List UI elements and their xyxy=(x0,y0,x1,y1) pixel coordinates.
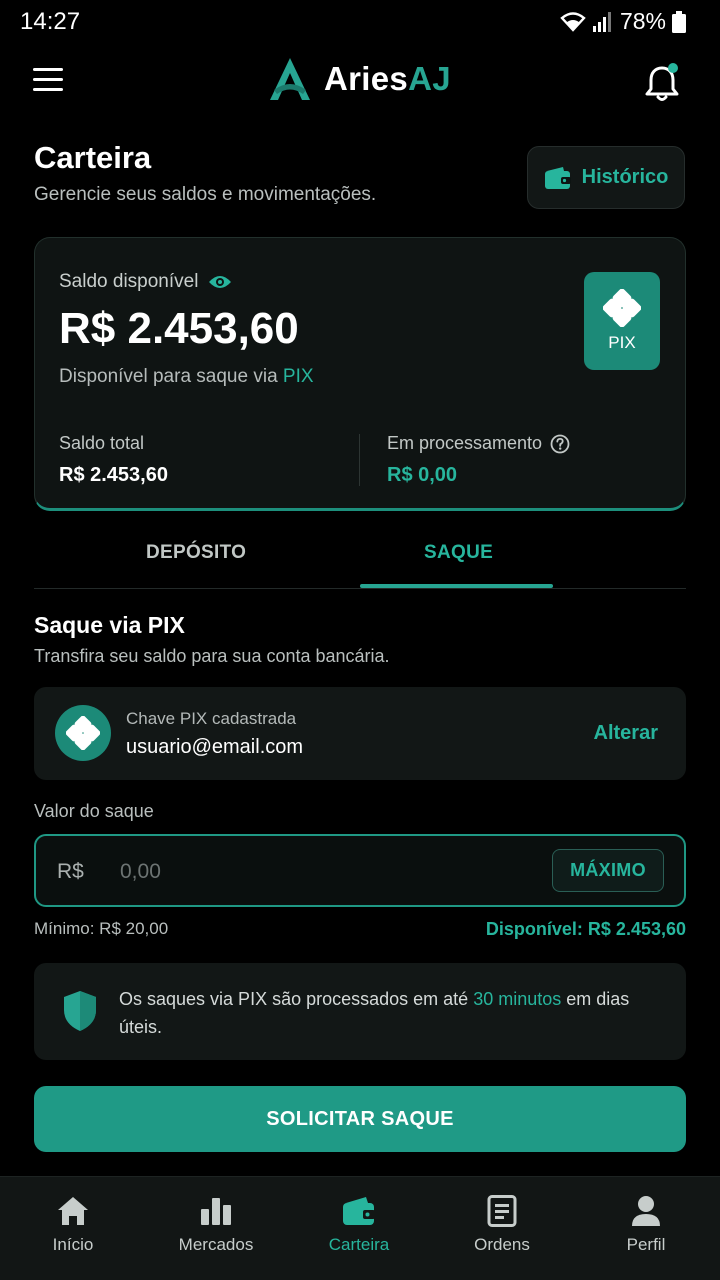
tab-withdraw[interactable]: SAQUE xyxy=(424,542,493,564)
available-note-text: Disponível para saque via xyxy=(59,366,283,387)
available-note-pix: PIX xyxy=(282,366,314,387)
request-withdraw-button[interactable]: SOLICITAR SAQUE xyxy=(34,1086,686,1152)
bottom-nav: Início Mercados Carteira Ordens Perfil xyxy=(0,1176,720,1280)
orders-icon xyxy=(487,1195,517,1227)
minimum-amount-text: Mínimo: R$ 20,00 xyxy=(34,919,169,938)
brand-name-accent: AJ xyxy=(408,60,451,97)
nav-label-profile: Perfil xyxy=(626,1235,666,1254)
battery-percent: 78% xyxy=(619,8,666,34)
amount-field: R$ MÁXIMO xyxy=(34,834,686,907)
processing-info-text: Os saques via PIX são processados em até… xyxy=(119,985,659,1041)
help-icon[interactable] xyxy=(550,434,570,454)
wallet-icon xyxy=(544,166,571,189)
nav-label-home: Início xyxy=(52,1235,94,1254)
nav-label-wallet: Carteira xyxy=(328,1235,390,1254)
bar-chart-icon xyxy=(201,1198,231,1225)
nav-item-home[interactable]: Início xyxy=(3,1195,143,1255)
withdraw-subtitle: Transfira seu saldo para sua conta bancá… xyxy=(34,646,390,666)
pix-badge: PIX xyxy=(584,272,660,370)
menu-icon[interactable] xyxy=(33,68,63,94)
balance-card: Saldo disponível R$ 2.453,60 Disponível … xyxy=(34,237,686,511)
page-title: Carteira xyxy=(34,140,152,175)
total-balance-label: Saldo total xyxy=(59,433,145,453)
processing-label-row: Em processamento xyxy=(387,433,570,454)
nav-label-markets: Mercados xyxy=(178,1235,254,1254)
shield-icon xyxy=(64,991,96,1031)
home-icon xyxy=(58,1197,88,1225)
amount-input[interactable] xyxy=(120,856,500,888)
battery-icon xyxy=(672,10,686,33)
pix-key-value: usuario@email.com xyxy=(126,736,304,758)
history-button[interactable]: Histórico xyxy=(527,146,685,209)
card-divider xyxy=(359,434,360,486)
processing-value: R$ 0,00 xyxy=(387,464,458,486)
status-bar: 14:27 78% xyxy=(0,0,720,44)
processing-label: Em processamento xyxy=(387,433,543,453)
wallet-tabs: DEPÓSITO SAQUE xyxy=(34,530,686,589)
amount-label: Valor do saque xyxy=(34,801,154,821)
pix-key-label: Chave PIX cadastrada xyxy=(126,709,297,728)
page-subtitle: Gerencie seus saldos e movimentações. xyxy=(34,184,377,205)
app-header: AriesAJ xyxy=(0,52,720,112)
nav-label-orders: Ordens xyxy=(474,1235,530,1254)
bell-icon[interactable] xyxy=(644,62,680,102)
nav-item-markets[interactable]: Mercados xyxy=(146,1195,286,1255)
available-balance-label: Saldo disponível xyxy=(59,271,199,292)
nav-item-profile[interactable]: Perfil xyxy=(576,1195,716,1255)
wallet-icon xyxy=(343,1197,375,1225)
pix-icon xyxy=(66,716,100,750)
info-text-highlight: 30 minutos xyxy=(473,989,562,1009)
wifi-icon xyxy=(560,11,586,32)
pix-badge-label: PIX xyxy=(608,333,636,352)
pix-icon xyxy=(603,289,641,327)
available-note: Disponível para saque via PIX xyxy=(59,366,314,388)
history-button-label: Histórico xyxy=(581,166,669,188)
available-balance-label-row: Saldo disponível xyxy=(59,271,232,293)
change-pix-key-link[interactable]: Alterar xyxy=(594,722,658,745)
brand-logo: AriesAJ xyxy=(266,56,451,102)
active-tab-indicator xyxy=(360,584,553,588)
max-amount-button[interactable]: MÁXIMO xyxy=(552,849,664,892)
nav-item-wallet[interactable]: Carteira xyxy=(289,1195,429,1255)
brand-name-primary: Aries xyxy=(324,60,409,97)
aries-logo-icon xyxy=(270,58,310,100)
pix-key-avatar xyxy=(55,705,111,761)
eye-icon[interactable] xyxy=(208,274,232,290)
status-icons: 78% xyxy=(560,8,686,35)
info-text-prefix: Os saques via PIX são processados em até xyxy=(119,989,474,1009)
pix-key-card: Chave PIX cadastrada usuario@email.com A… xyxy=(34,687,686,780)
available-balance-amount: R$ 2.453,60 xyxy=(59,304,299,353)
tab-deposit[interactable]: DEPÓSITO xyxy=(146,542,246,564)
available-amount-text: Disponível: R$ 2.453,60 xyxy=(485,919,686,939)
currency-prefix: R$ xyxy=(57,860,84,883)
status-time: 14:27 xyxy=(20,8,81,35)
withdraw-title: Saque via PIX xyxy=(34,612,185,638)
person-icon xyxy=(632,1196,660,1226)
processing-info-card: Os saques via PIX são processados em até… xyxy=(34,963,686,1060)
total-balance-value: R$ 2.453,60 xyxy=(59,464,168,486)
signal-icon xyxy=(592,11,611,32)
nav-item-orders[interactable]: Ordens xyxy=(432,1195,572,1255)
